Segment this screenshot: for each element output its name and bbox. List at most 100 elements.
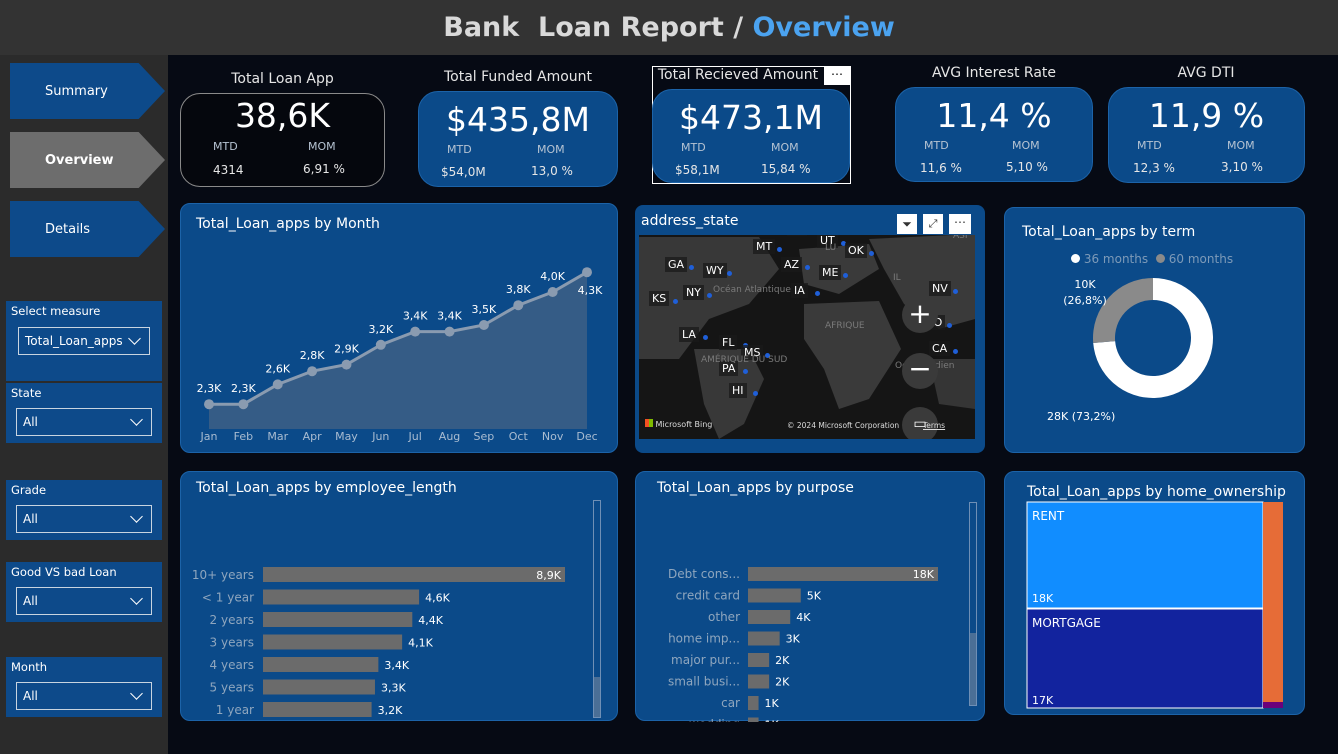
kpi-dti-card[interactable]: 11,9 % MTD MOM 12,3 % 3,10 % [1108,87,1305,183]
map-state-label[interactable]: HI [729,383,747,398]
month-data-label: 4,0K [540,270,565,283]
scrollbar-thumb[interactable] [970,503,976,633]
month-data-label: 3,8K [506,283,531,296]
kpi-mtd-label: MTD [213,140,238,153]
month-tick-label: Nov [542,430,564,443]
kpi-mom-value: 5,10 % [1006,160,1048,174]
map-data-point[interactable] [777,247,782,252]
nav-details-button[interactable]: Details [10,201,165,257]
month-tick-label: Dec [576,430,597,443]
chevron-down-icon [130,687,143,700]
treemap-value: 18K [1032,592,1054,605]
map-data-point[interactable] [673,299,678,304]
map-state-label[interactable]: WY [703,263,727,278]
map-data-point[interactable] [869,251,874,256]
scrollbar[interactable] [969,502,977,706]
month-dropdown-value: All [23,689,38,703]
state-dropdown[interactable]: All [16,408,152,436]
donut-data-label: (26,8%) [1063,294,1107,307]
map-state-label[interactable]: GA [665,257,688,272]
nav-overview-button[interactable]: Overview [10,132,165,188]
scrollbar-thumb[interactable] [594,501,600,677]
map-state-label[interactable]: LA [679,327,699,342]
map-data-point[interactable] [707,293,712,298]
map-data-point[interactable] [727,271,732,276]
chevron-down-icon [130,413,143,426]
zoom-in-icon[interactable]: + [902,297,938,333]
map-terms-link[interactable]: Terms [923,421,945,430]
bar [748,567,938,581]
grade-dropdown[interactable]: All [16,505,152,533]
kpi-mom-label: MOM [771,141,799,154]
goodbad-dropdown-value: All [23,594,38,608]
map-data-point[interactable] [703,335,708,340]
zoom-out-icon[interactable]: − [902,353,938,389]
goodbad-dropdown[interactable]: All [16,587,152,615]
month-dropdown[interactable]: All [16,682,152,710]
bar-data-label: 4,1K [408,637,433,650]
purpose-panel[interactable]: Total_Loan_apps by purpose Debt cons... 1… [635,471,985,723]
more-options-icon[interactable]: ⋯ [824,67,850,85]
month-tick-label: May [335,430,358,443]
term-chart-panel[interactable]: Total_Loan_apps by term 36 months 60 mon… [1004,207,1305,453]
map-data-point[interactable] [805,265,810,270]
microsoft-logo-icon [645,419,653,427]
kpi-funded-value: $435,8M [446,100,590,139]
kpi-mom-value: 15,84 % [761,162,811,176]
kpi-total-loan-value: 38,6K [234,96,331,135]
nav-summary-button[interactable]: Summary [10,63,165,119]
map-canvas[interactable]: CTMTUTOKGAWYAZMEKSNYOcéan AtlantiqueIANV… [639,209,975,439]
employee-length-panel[interactable]: Total_Loan_apps by employee_length 10+ y… [180,471,618,721]
state-dropdown-value: All [23,415,38,429]
map-data-point[interactable] [953,289,958,294]
purpose-bar-chart: Debt cons... 18K credit card 5K other 4K home … [668,567,938,723]
map-data-point[interactable] [843,273,848,278]
map-title: address_state [641,213,739,229]
map-data-point[interactable] [753,391,758,396]
map-data-point[interactable] [953,349,958,354]
month-tick-label: Sep [474,430,495,443]
map-data-point[interactable] [743,369,748,374]
bar [263,612,413,627]
map-state-label[interactable]: MT [753,239,776,254]
report-canvas: Total Loan App 38,6K MTD MOM 4314 6,91 %… [168,55,1338,754]
bar-category-label: small busi... [668,675,740,689]
bar [263,589,420,605]
map-state-label[interactable]: NY [683,285,704,300]
month-point [204,399,214,410]
kpi-received-card[interactable]: $473,1M MTD MOM $58,1M 15,84 % [652,89,850,183]
more-options-icon[interactable]: ⋯ [949,214,971,234]
month-data-label: 2,3K [231,382,256,395]
filter-icon[interactable]: ⏷ [897,214,917,234]
grade-dropdown-value: All [23,512,38,526]
home-ownership-panel[interactable]: Total_Loan_apps by home_ownership RENT 18… [1004,471,1305,715]
map-data-point[interactable] [815,291,820,296]
map-state-label[interactable]: OK [845,243,867,258]
bar-category-label: < 1 year [202,591,254,605]
report-header: Bank Loan Report / Overview [0,0,1338,55]
month-tick-label: Oct [509,430,529,443]
focus-mode-icon[interactable]: ⤢ [923,214,943,234]
map-state-label[interactable]: CA [929,341,951,356]
map-data-point[interactable] [689,265,694,270]
map-state-label[interactable]: NV [929,281,951,296]
map-state-label[interactable]: IA [791,283,808,298]
bar-category-label: home imp... [668,632,740,646]
scrollbar[interactable] [593,500,601,718]
map-state-label[interactable]: ME [819,265,842,280]
map-state-label[interactable]: AZ [781,257,803,272]
kpi-mom-label: MOM [1012,139,1040,152]
map-state-label[interactable]: FL [719,335,738,350]
bar-data-label: 1K [765,719,780,723]
map-state-label[interactable]: KS [649,291,670,306]
measure-dropdown[interactable]: Total_Loan_apps [18,327,150,355]
map-state-label: Océan Atlantique [713,285,791,295]
kpi-interest-card[interactable]: 11,4 % MTD MOM 11,6 % 5,10 % [895,87,1093,182]
state-slicer-label: State [11,386,42,400]
kpi-funded-card[interactable]: $435,8M MTD MOM $54,0M 13,0 % [418,91,618,187]
map-panel[interactable]: CTMTUTOKGAWYAZMEKSNYOcéan AtlantiqueIANV… [635,205,985,453]
month-chart-panel[interactable]: Total_Loan_apps by Month 2,3K Jan 2,3K Feb 2… [180,203,618,453]
map-data-point[interactable] [947,323,952,328]
kpi-total-loan-card[interactable]: 38,6K MTD MOM 4314 6,91 % [180,93,385,187]
month-tick-label: Jul [408,430,422,443]
